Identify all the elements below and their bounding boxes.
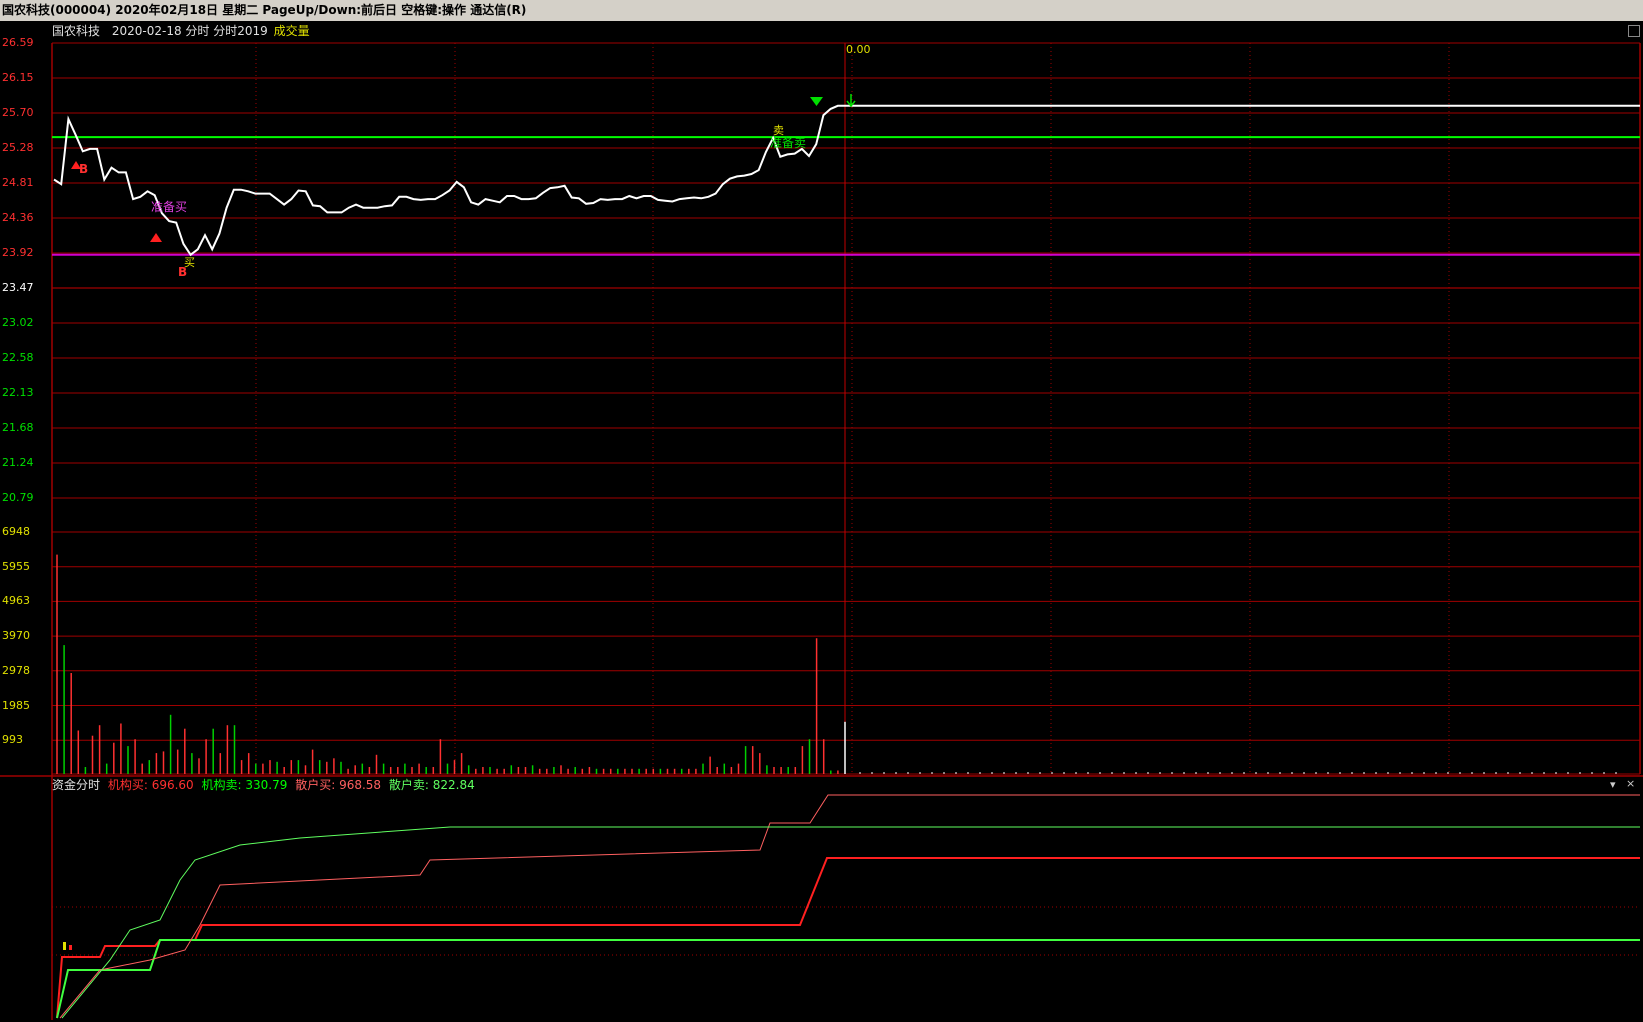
price-tick-label: 25.28	[2, 141, 34, 154]
price-tick-label: 23.47	[2, 281, 34, 294]
price-tick-label: 25.70	[2, 106, 34, 119]
volume-tick-label: 4963	[2, 594, 30, 608]
close-icon[interactable]: ×	[1626, 778, 1635, 790]
volume-tick-label: 6948	[2, 525, 30, 538]
fund-inst-sell: 机构卖: 330.79	[201, 778, 288, 792]
buy-mark-b: B	[178, 265, 188, 279]
volume-indicator-label: 成交量	[273, 24, 310, 38]
sell-triangle-icon	[810, 97, 823, 106]
buy-triangle-icon	[150, 233, 162, 242]
fund-bar-marker	[63, 942, 66, 950]
price-tick-label: 24.36	[2, 211, 34, 224]
sell-arrow-icon	[846, 94, 856, 108]
price-tick-label: 26.15	[2, 71, 34, 84]
stock-name: 国农科技	[52, 24, 101, 38]
volume-tick-label: 3970	[2, 629, 30, 643]
price-tick-label: 23.02	[2, 316, 34, 329]
price-tick-label: 22.58	[2, 351, 34, 364]
buy-mark-b-open: B	[79, 162, 89, 176]
fund-panel-title: 资金分时	[52, 778, 101, 792]
volume-tick-label: 1985	[2, 698, 30, 712]
fund-line-inst-sell	[56, 939, 1640, 1019]
price-tick-label: 21.24	[2, 456, 34, 469]
volume-tick-label: 993	[2, 733, 23, 747]
fund-bar-marker	[69, 945, 72, 950]
price-tick-label: 22.13	[2, 386, 34, 399]
fund-line-inst-buy	[56, 857, 1640, 1019]
price-panel-header: 国农科技 2020-02-18 分时 分时2019 成交量	[52, 24, 310, 38]
price-tick-label: 23.92	[2, 246, 34, 259]
fund-panel-header: 资金分时 机构买: 696.60 机构卖: 330.79 散户买: 968.58…	[52, 778, 475, 792]
panel-toggle-icon[interactable]	[1628, 25, 1640, 37]
price-tick-label: 21.68	[2, 421, 34, 434]
fund-line-retail-sell	[61, 826, 1640, 1019]
fund-retail-buy: 散户买: 968.58	[295, 778, 382, 792]
date-mode: 2020-02-18 分时 分时2019	[111, 24, 268, 38]
price-tick-label: 20.79	[2, 491, 34, 504]
intraday-chart[interactable]	[0, 0, 1643, 1022]
volume-tick-label: 5955	[2, 559, 30, 573]
cursor-value: 0.00	[846, 43, 871, 56]
price-line	[53, 104, 1640, 257]
prepare-buy-label: 准备买	[151, 200, 188, 214]
price-tick-label: 24.81	[2, 176, 34, 189]
chevron-down-icon[interactable]: ▾	[1610, 779, 1616, 791]
fund-retail-sell: 散户卖: 822.84	[388, 778, 475, 792]
price-tick-label: 26.59	[2, 36, 34, 49]
volume-tick-label: 2978	[2, 663, 30, 677]
fund-inst-buy: 机构买: 696.60	[107, 778, 194, 792]
prepare-sell-label: 准备卖	[770, 136, 807, 150]
